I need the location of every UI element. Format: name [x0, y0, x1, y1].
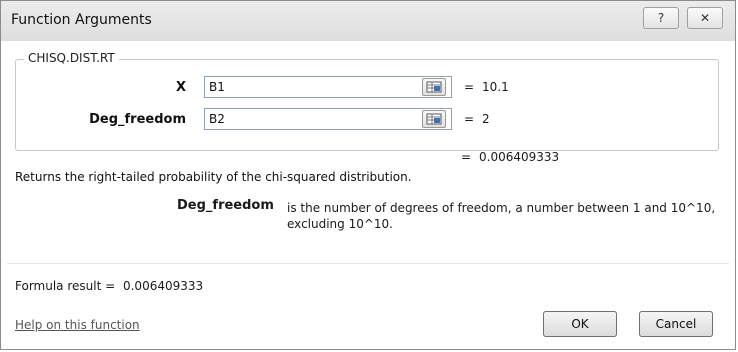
arg-equals-x: =	[464, 80, 475, 94]
arg-help-name: Deg_freedom	[177, 198, 274, 213]
close-icon[interactable]: ✕	[687, 7, 723, 29]
arg-value-deg-freedom: 2	[482, 112, 490, 126]
arg-input-x[interactable]	[204, 76, 452, 98]
ok-button[interactable]: OK	[543, 311, 617, 337]
function-arguments-dialog: Function Arguments ? ✕ CHISQ.DIST.RT X =…	[0, 0, 736, 350]
dialog-body: CHISQ.DIST.RT X = 10.1 Deg_freedom	[7, 41, 729, 345]
divider	[7, 263, 729, 264]
arg-value-x: 10.1	[482, 80, 509, 94]
formula-result-label: Formula result =	[15, 279, 116, 293]
range-select-icon[interactable]	[422, 78, 446, 96]
formula-result: Formula result = 0.006409333	[15, 279, 203, 293]
arguments-group: CHISQ.DIST.RT X = 10.1 Deg_freedom	[15, 51, 719, 151]
arg-input-deg-freedom[interactable]	[204, 108, 452, 130]
dialog-title: Function Arguments	[11, 12, 152, 28]
help-icon[interactable]: ?	[643, 7, 679, 29]
result-equals: =	[461, 150, 472, 164]
arg-help-text: is the number of degrees of freedom, a n…	[287, 201, 716, 231]
help-on-function-link[interactable]: Help on this function	[15, 318, 140, 332]
function-name: CHISQ.DIST.RT	[24, 51, 119, 65]
formula-result-value: 0.006409333	[122, 279, 204, 293]
function-description: Returns the right-tailed probability of …	[15, 170, 412, 184]
range-select-icon[interactable]	[422, 110, 446, 128]
title-bar[interactable]: Function Arguments ? ✕	[1, 1, 735, 41]
cancel-button[interactable]: Cancel	[639, 311, 713, 337]
arg-equals-deg-freedom: =	[464, 112, 475, 126]
arg-label-x: X	[175, 80, 186, 95]
result-value: 0.006409333	[479, 150, 560, 164]
arg-label-deg-freedom: Deg_freedom	[89, 112, 186, 127]
